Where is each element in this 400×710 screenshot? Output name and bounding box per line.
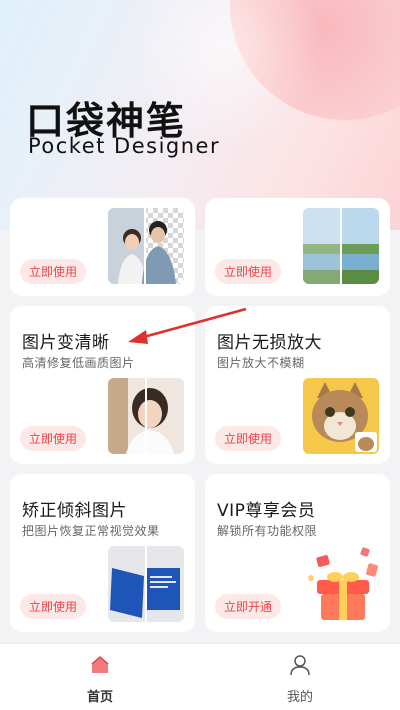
tab-mine[interactable]: 我的 (260, 654, 340, 705)
tab-mine-label: 我的 (286, 690, 313, 705)
bottom-tab-bar: 首页 我的 (0, 643, 400, 710)
home-icon (91, 656, 109, 673)
tab-home-label: 首页 (86, 690, 113, 705)
user-icon (290, 655, 310, 676)
tab-home[interactable]: 首页 (60, 654, 140, 705)
annotation-arrow (128, 307, 247, 344)
